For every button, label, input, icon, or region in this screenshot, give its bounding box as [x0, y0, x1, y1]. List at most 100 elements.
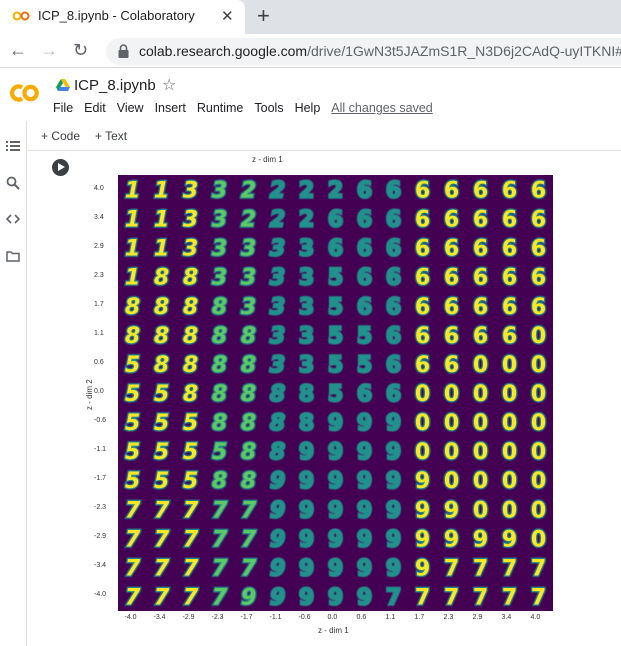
star-icon[interactable]: ☆ [162, 75, 176, 95]
digit-cell: 9 [299, 469, 314, 494]
y-axis-label: z - dim 2 [85, 379, 94, 410]
digit-cell: 8 [241, 411, 256, 436]
menu-runtime[interactable]: Runtime [197, 101, 244, 115]
digit-cell: 8 [241, 469, 256, 494]
folder-icon[interactable] [6, 249, 20, 263]
digit-cell: 6 [386, 295, 401, 320]
new-tab-icon[interactable]: + [257, 3, 270, 29]
colab-logo-icon[interactable] [7, 82, 41, 104]
x-tick-label: 2.3 [443, 614, 454, 621]
back-arrow-icon[interactable]: ← [9, 40, 27, 61]
x-tick-label: -4.0 [124, 614, 137, 621]
digit-cell: 9 [328, 556, 343, 581]
digit-cell: 6 [531, 237, 546, 262]
digit-cell: 9 [328, 411, 343, 436]
digit-cell: 8 [270, 382, 285, 407]
digit-cell: 7 [212, 585, 228, 610]
digit-cell: 7 [531, 556, 546, 581]
digit-cell: 9 [299, 585, 314, 610]
digit-cell: 8 [212, 324, 227, 349]
digit-cell: 5 [183, 411, 198, 436]
reload-icon[interactable]: ↻ [73, 40, 88, 61]
digit-cell: 0 [444, 411, 459, 436]
digit-cell: 7 [183, 527, 199, 552]
latent-digit-grid: 11 11 33 33 22 22 22 22 66 66 66 66 66 66 6611 11 33 33 22… [118, 175, 553, 611]
digit-cell: 3 [241, 237, 256, 262]
save-status-link[interactable]: All changes saved [331, 101, 432, 115]
run-cell-button[interactable] [52, 159, 69, 176]
digit-cell: 7 [183, 556, 199, 581]
digit-cell: 0 [444, 382, 459, 407]
forward-arrow-icon[interactable]: → [40, 40, 58, 61]
digit-cell: 6 [357, 179, 372, 204]
digit-cell: 6 [502, 324, 517, 349]
digit-cell: 8 [299, 382, 314, 407]
menu-help[interactable]: Help [295, 101, 321, 115]
digit-cell: 6 [502, 237, 517, 262]
menu-tools[interactable]: Tools [254, 101, 283, 115]
digit-cell: 3 [183, 179, 198, 204]
code-snippets-icon[interactable] [6, 212, 20, 226]
digit-cell: 0 [444, 469, 459, 494]
digit-cell: 5 [328, 266, 343, 291]
digit-cell: 7 [473, 585, 488, 610]
colab-favicon-icon [12, 11, 30, 21]
digit-cell: 3 [212, 266, 227, 291]
toc-icon[interactable] [6, 139, 20, 153]
menu-bar: File Edit View Insert Runtime Tools Help All ch… [53, 101, 444, 115]
digit-cell: 9 [386, 556, 401, 581]
digit-cell: 6 [444, 324, 459, 349]
url-host: colab.research.google.com [139, 43, 308, 59]
digit-cell: 5 [357, 353, 372, 378]
search-icon[interactable] [6, 176, 20, 190]
digit-cell: 5 [125, 469, 140, 494]
y-tick-label: -4.0 [94, 591, 107, 599]
digit-cell: 6 [357, 237, 372, 262]
digit-cell: 6 [386, 237, 401, 262]
digit-cell: 7 [473, 556, 488, 581]
digit-cell: 9 [357, 469, 372, 494]
digit-cell: 5 [125, 411, 140, 436]
y-tick-label: -2.3 [94, 504, 107, 512]
digit-cell: 6 [444, 266, 459, 291]
browser-tab[interactable]: ICP_8.ipynb - Colaboratory ✕ [0, 0, 245, 34]
digit-cell: 9 [386, 440, 401, 465]
x-tick-label: -2.9 [182, 614, 195, 621]
menu-view[interactable]: View [117, 101, 144, 115]
digit-cell: 9 [386, 498, 401, 523]
digit-cell: 8 [241, 353, 256, 378]
digit-cell: 7 [502, 585, 517, 610]
digit-cell: 6 [502, 295, 517, 320]
digit-cell: 3 [270, 353, 285, 378]
digit-cell: 6 [444, 237, 459, 262]
digit-cell: 0 [531, 527, 546, 552]
digit-cell: 8 [125, 295, 140, 320]
menu-edit[interactable]: Edit [84, 101, 106, 115]
digit-cell: 3 [212, 208, 227, 233]
digit-cell: 7 [386, 585, 401, 610]
digit-cell: 0 [502, 469, 517, 494]
digit-cell: 7 [241, 498, 257, 523]
menu-insert[interactable]: Insert [155, 101, 186, 115]
tab-close-icon[interactable]: ✕ [221, 7, 234, 25]
add-text-button[interactable]: + Text [95, 129, 127, 143]
digit-cell: 6 [473, 179, 488, 204]
digit-cell: 1 [154, 208, 169, 233]
digit-cell: 6 [386, 266, 401, 291]
digit-cell: 9 [328, 585, 343, 610]
digit-cell: 0 [502, 382, 517, 407]
digit-cell: 0 [473, 382, 488, 407]
address-bar[interactable]: colab.research.google.com/drive/1GwN3t5J… [106, 38, 621, 65]
digit-cell: 6 [415, 237, 430, 262]
add-code-button[interactable]: + Code [41, 129, 80, 143]
menu-file[interactable]: File [53, 101, 73, 115]
browser-tabstrip: ICP_8.ipynb - Colaboratory ✕ + [0, 0, 621, 34]
y-tick-label: 0.6 [94, 358, 104, 366]
x-tick-label: -0.6 [298, 614, 311, 621]
notebook-title[interactable]: ICP_8.ipynb [74, 77, 156, 94]
digit-cell: 9 [270, 556, 285, 581]
digit-cell: 8 [270, 440, 285, 465]
digit-cell: 6 [386, 324, 401, 349]
digit-cell: 6 [502, 208, 517, 233]
digit-cell: 1 [125, 266, 140, 291]
